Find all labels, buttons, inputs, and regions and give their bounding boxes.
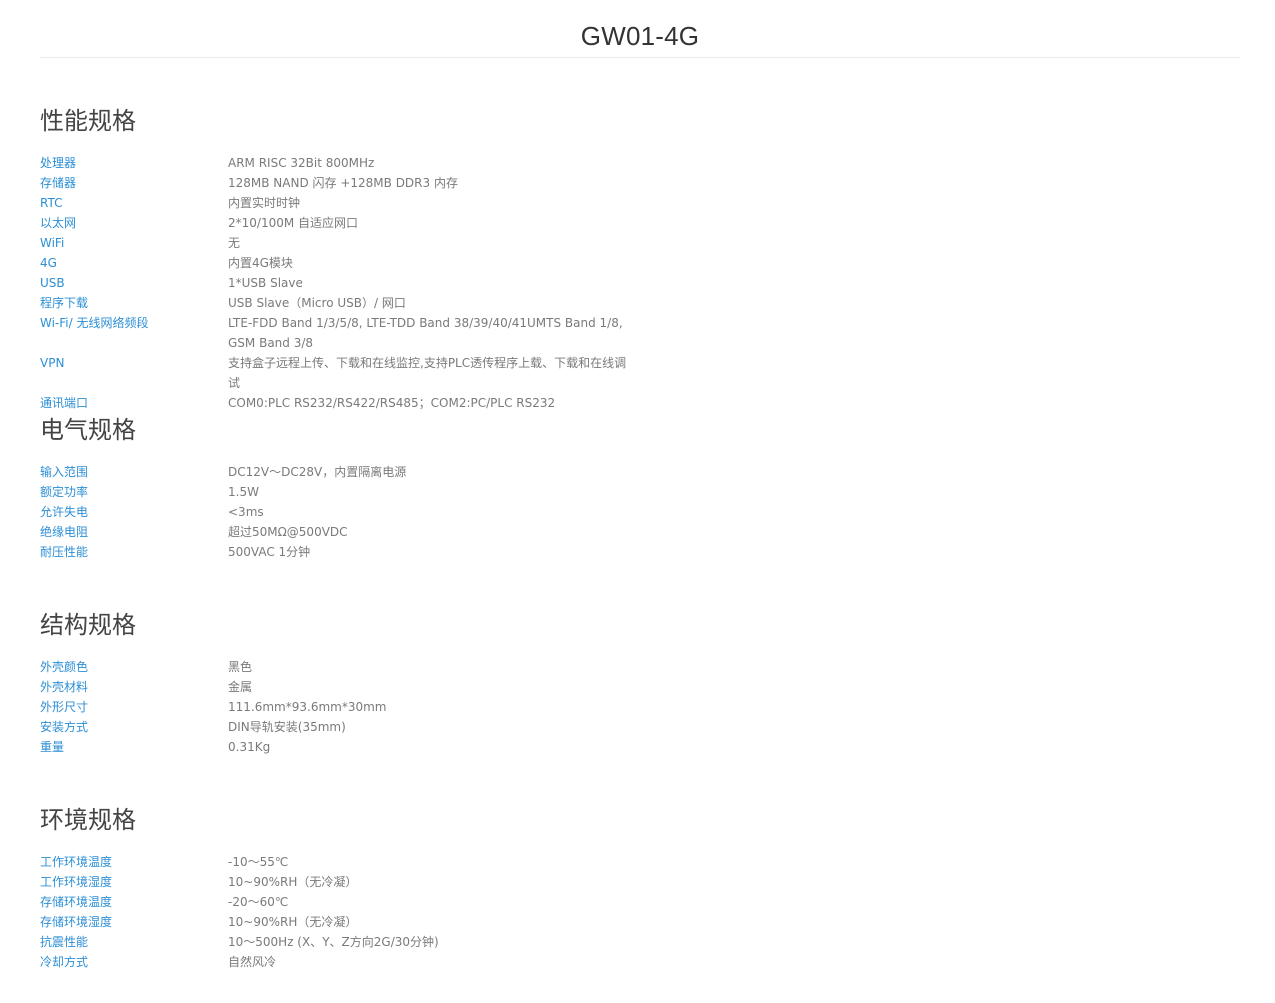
page-title: GW01-4G	[580, 21, 700, 51]
spec-row: 工作环境湿度 10~90%RH（无冷凝）	[40, 872, 640, 892]
spec-row: 抗震性能 10～500Hz (X、Y、Z方向2G/30分钟)	[40, 932, 640, 952]
spec-label: 4G	[40, 256, 57, 270]
spec-label: 存储环境湿度	[40, 915, 113, 929]
spec-label: VPN	[40, 356, 65, 370]
spec-value: 111.6mm*93.6mm*30mm	[228, 700, 387, 714]
spec-label: 处理器	[40, 156, 77, 170]
spec-row: 外形尺寸 111.6mm*93.6mm*30mm	[40, 697, 640, 717]
spec-row: 允许失电 <3ms	[40, 502, 640, 522]
spec-value: COM0:PLC RS232/RS422/RS485；COM2:PC/PLC R…	[228, 396, 556, 410]
spec-value: 无	[228, 236, 241, 250]
spec-page: GW01-4G 性能规格 处理器 ARM RISC 32Bit 800MHz 存储器…	[0, 0, 1275, 1003]
spec-list: 外壳颜色 黑色外壳材料 金属外形尺寸 111.6mm*93.6mm*30mm 安装方式 D…	[40, 657, 640, 757]
spec-row: 存储环境温度 -20～60℃	[40, 892, 640, 912]
section-electrical-specs: 电气规格 输入范围 DC12V～DC28V，内置隔离电源额定功率 1.5W 允许失电 <…	[40, 415, 640, 562]
spec-value: 金属	[228, 680, 253, 694]
spec-value: 自然风冷	[228, 955, 277, 969]
spec-row: 外壳材料 金属	[40, 677, 640, 697]
spec-value: -10～55℃	[228, 855, 289, 869]
spec-label: 耐压性能	[40, 545, 89, 559]
spec-label: 存储环境温度	[40, 895, 113, 909]
spec-value: -20～60℃	[228, 895, 289, 909]
spec-label: 绝缘电阻	[40, 525, 89, 539]
spec-value: LTE-FDD Band 1/3/5/8, LTE-TDD Band 38/39…	[228, 316, 623, 350]
spec-label: 以太网	[40, 216, 77, 230]
section-title: 电气规格	[40, 416, 136, 444]
spec-value: 内置实时时钟	[228, 196, 301, 210]
spec-row: 处理器 ARM RISC 32Bit 800MHz	[40, 153, 640, 173]
spec-value: 500VAC 1分钟	[228, 545, 311, 559]
page-header: GW01-4G	[40, 0, 1240, 58]
spec-value: USB Slave（Micro USB）/ 网口	[228, 296, 406, 310]
spec-value: 10~90%RH（无冷凝）	[228, 875, 358, 889]
section-title: 性能规格	[40, 107, 136, 135]
spec-label: USB	[40, 276, 65, 290]
spec-row: 工作环境温度 -10～55℃	[40, 852, 640, 872]
spec-list: 处理器 ARM RISC 32Bit 800MHz 存储器 128MB NAND 闪存…	[40, 153, 640, 413]
spec-row: 绝缘电阻 超过50MΩ@500VDC	[40, 522, 640, 542]
section-environment-specs: 环境规格 工作环境温度 -10～55℃ 工作环境湿度 10~90%RH（无冷凝） 存储环…	[40, 805, 640, 972]
spec-label: 输入范围	[40, 465, 89, 479]
spec-value: 超过50MΩ@500VDC	[228, 525, 348, 539]
spec-label: 程序下载	[40, 296, 89, 310]
spec-value: 10～500Hz (X、Y、Z方向2G/30分钟)	[228, 935, 439, 949]
spec-value: DIN导轨安装(35mm)	[228, 720, 346, 734]
spec-row: 重量 0.31Kg	[40, 737, 640, 757]
spec-label: 抗震性能	[40, 935, 89, 949]
spec-row: RTC 内置实时时钟	[40, 193, 640, 213]
spec-label: 通讯端口	[40, 396, 89, 410]
section-performance-specs: 性能规格 处理器 ARM RISC 32Bit 800MHz 存储器 128MB NA…	[40, 106, 640, 413]
spec-label: 工作环境湿度	[40, 875, 113, 889]
spec-value: 黑色	[228, 660, 253, 674]
spec-label: 允许失电	[40, 505, 89, 519]
spec-row: 4G 内置4G模块	[40, 253, 640, 273]
spec-row: 安装方式 DIN导轨安装(35mm)	[40, 717, 640, 737]
spec-row: 以太网 2*10/100M 自适应网口	[40, 213, 640, 233]
spec-row: 外壳颜色 黑色	[40, 657, 640, 677]
spec-value: 1*USB Slave	[228, 276, 303, 290]
spec-value: DC12V～DC28V，内置隔离电源	[228, 465, 407, 479]
spec-value: 128MB NAND 闪存 +128MB DDR3 内存	[228, 176, 458, 190]
spec-row: 输入范围 DC12V～DC28V，内置隔离电源	[40, 462, 640, 482]
spec-value: <3ms	[228, 505, 264, 519]
spec-label: 存储器	[40, 176, 77, 190]
spec-value: 0.31Kg	[228, 740, 271, 754]
spec-label: 工作环境温度	[40, 855, 113, 869]
spec-row: 程序下载 USB Slave（Micro USB）/ 网口	[40, 293, 640, 313]
spec-list: 输入范围 DC12V～DC28V，内置隔离电源额定功率 1.5W 允许失电 <3ms 绝缘…	[40, 462, 640, 562]
spec-label: Wi-Fi/ 无线网络频段	[40, 316, 149, 330]
section-structure-specs: 结构规格 外壳颜色 黑色外壳材料 金属外形尺寸 111.6mm*93.6mm*30mm…	[40, 610, 640, 757]
spec-list: 工作环境温度 -10～55℃ 工作环境湿度 10~90%RH（无冷凝） 存储环境温度 -2…	[40, 852, 640, 972]
spec-label: 额定功率	[40, 485, 89, 499]
spec-value: ARM RISC 32Bit 800MHz	[228, 156, 375, 170]
spec-value: 支持盒子远程上传、下载和在线监控,支持PLC透传程序上载、下载和在线调试	[228, 356, 627, 390]
spec-value: 内置4G模块	[228, 256, 293, 270]
spec-row: 冷却方式 自然风冷	[40, 952, 640, 972]
spec-row: 存储器 128MB NAND 闪存 +128MB DDR3 内存	[40, 173, 640, 193]
spec-value: 2*10/100M 自适应网口	[228, 216, 359, 230]
spec-value: 10~90%RH（无冷凝）	[228, 915, 358, 929]
spec-row: 通讯端口 COM0:PLC RS232/RS422/RS485；COM2:PC/P…	[40, 393, 640, 413]
spec-label: 安装方式	[40, 720, 89, 734]
section-title: 环境规格	[40, 806, 136, 834]
spec-row: Wi-Fi/ 无线网络频段 LTE-FDD Band 1/3/5/8, LTE-T…	[40, 313, 640, 353]
spec-label: 冷却方式	[40, 955, 89, 969]
spec-label: 外形尺寸	[40, 700, 89, 714]
spec-row: 存储环境湿度 10~90%RH（无冷凝）	[40, 912, 640, 932]
spec-label: RTC	[40, 196, 63, 210]
spec-label: 外壳颜色	[40, 660, 89, 674]
spec-row: 耐压性能 500VAC 1分钟	[40, 542, 640, 562]
spec-row: WiFi 无	[40, 233, 640, 253]
spec-value: 1.5W	[228, 485, 259, 499]
spec-label: WiFi	[40, 236, 65, 250]
spec-label: 外壳材料	[40, 680, 89, 694]
spec-label: 重量	[40, 740, 65, 754]
spec-row: USB 1*USB Slave	[40, 273, 640, 293]
spec-row: 额定功率 1.5W	[40, 482, 640, 502]
spec-row: VPN 支持盒子远程上传、下载和在线监控,支持PLC透传程序上载、下载和在线调试	[40, 353, 640, 393]
section-title: 结构规格	[40, 611, 136, 639]
